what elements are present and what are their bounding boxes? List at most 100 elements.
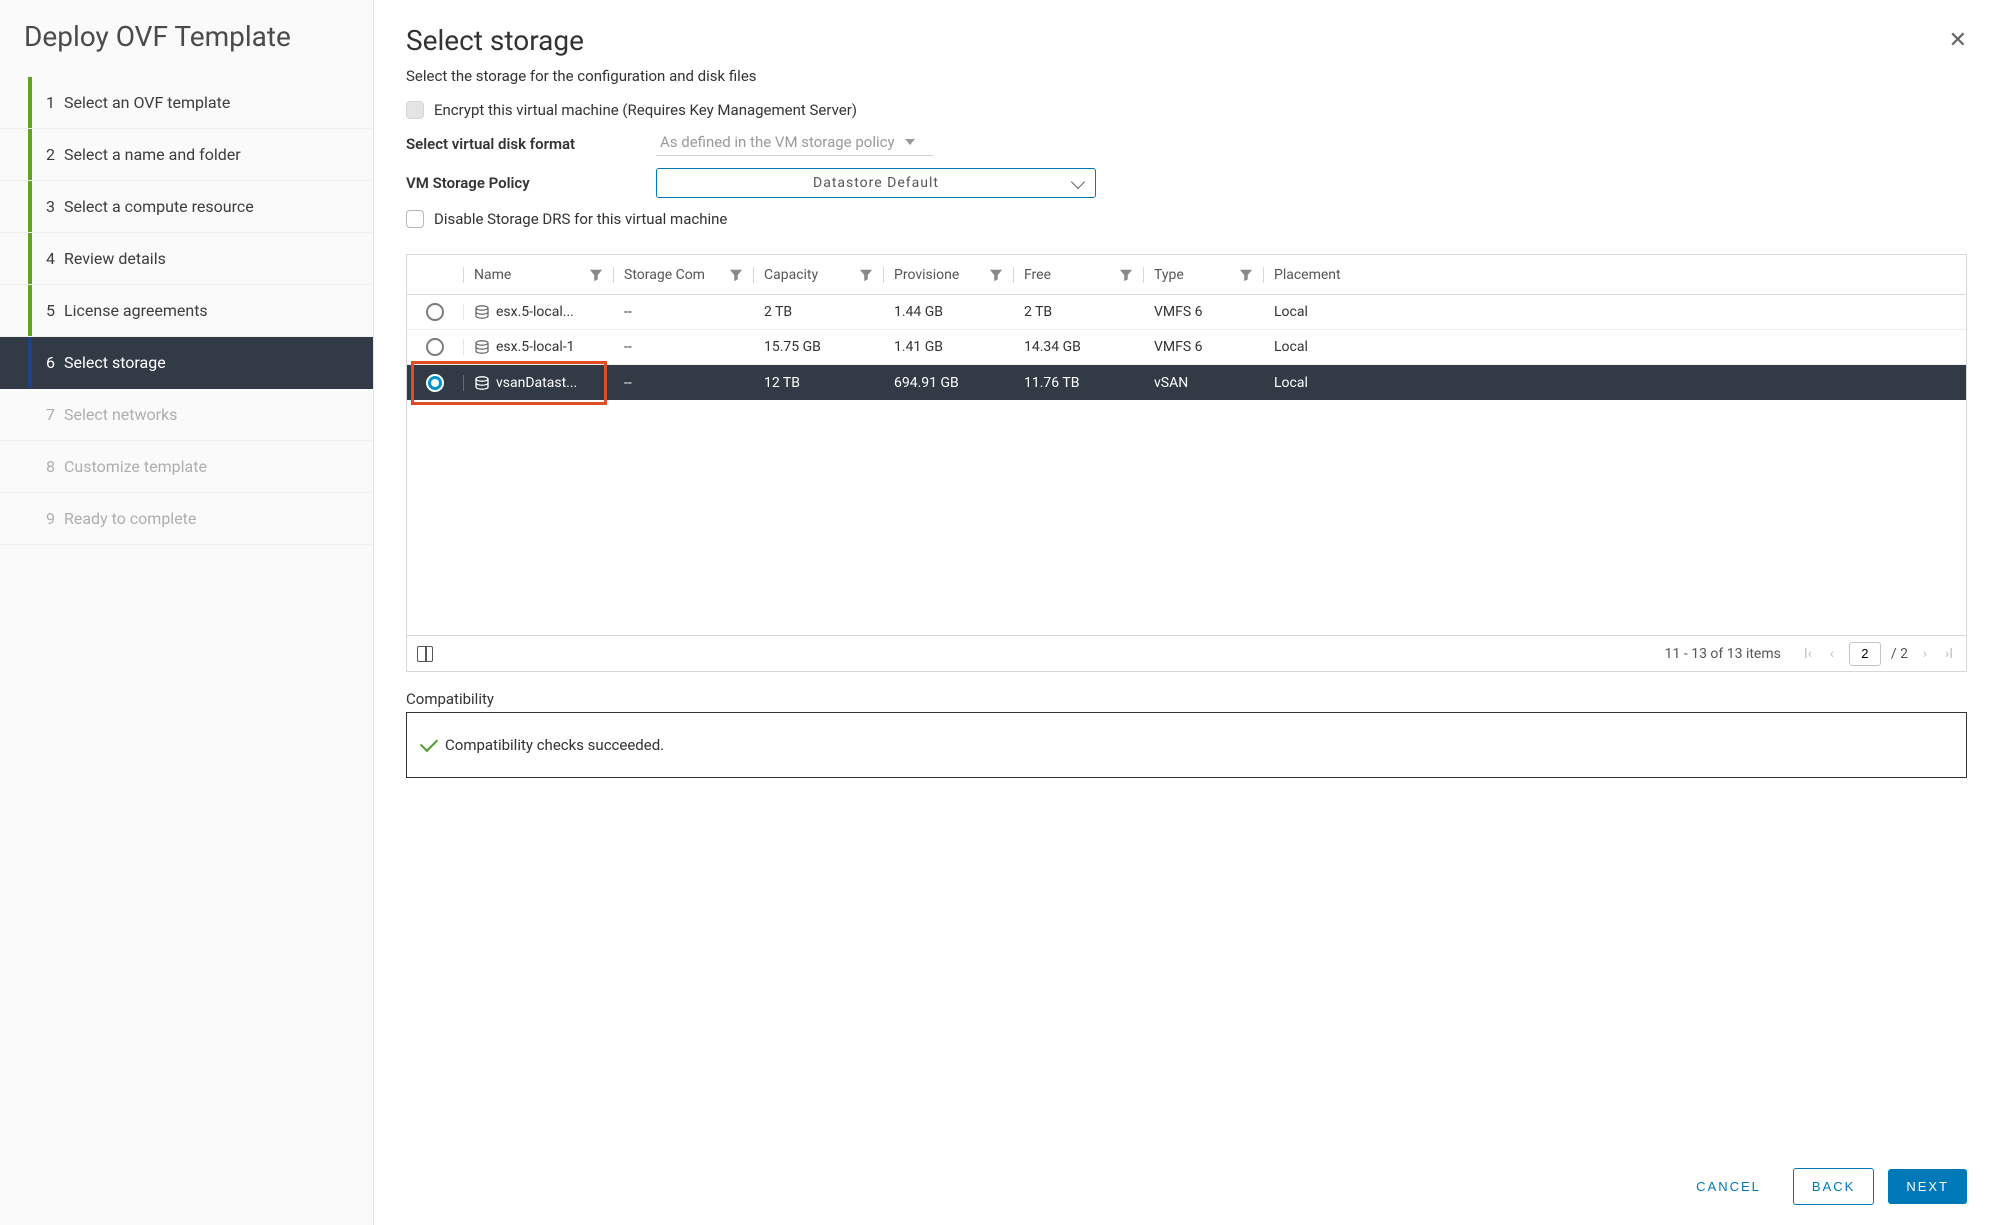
- disable-drs-checkbox[interactable]: [406, 210, 424, 228]
- close-icon[interactable]: ✕: [1949, 30, 1967, 52]
- disable-drs-row[interactable]: Disable Storage DRS for this virtual mac…: [406, 210, 1967, 228]
- chevron-down-icon: [905, 139, 915, 145]
- cell-placement: Local: [1263, 375, 1966, 391]
- storage-policy-row: VM Storage Policy Datastore Default: [406, 168, 1967, 198]
- cell-type: VMFS 6: [1143, 304, 1263, 320]
- cell-placement: Local: [1263, 304, 1966, 320]
- datastore-icon: [474, 305, 490, 319]
- wizard-main: Select storage ✕ Select the storage for …: [374, 0, 1999, 1225]
- step-ready-to-complete: 9 Ready to complete: [0, 493, 373, 545]
- wizard-steps: 1 Select an OVF template 2 Select a name…: [0, 77, 373, 545]
- step-label: Select a name and folder: [58, 145, 357, 164]
- cell-free: 14.34 GB: [1013, 339, 1143, 355]
- datastore-table: Name Storage Com Capacity Provisione Fre…: [406, 254, 1967, 672]
- cell-provisioned: 1.41 GB: [883, 339, 1013, 355]
- filter-icon[interactable]: [1239, 268, 1253, 282]
- table-row[interactable]: esx.5-local... -- 2 TB 1.44 GB 2 TB VMFS…: [407, 295, 1966, 330]
- table-row[interactable]: esx.5-local-1 -- 15.75 GB 1.41 GB 14.34 …: [407, 330, 1966, 365]
- col-free[interactable]: Free: [1013, 267, 1143, 283]
- page-next-button[interactable]: ›: [1918, 646, 1932, 662]
- storage-policy-value: Datastore Default: [813, 175, 939, 191]
- back-button[interactable]: BACK: [1793, 1168, 1874, 1205]
- wizard-title: Deploy OVF Template: [0, 0, 373, 77]
- cell-name: esx.5-local-1: [496, 339, 575, 355]
- step-number: 7: [30, 405, 58, 424]
- step-select-ovf-template[interactable]: 1 Select an OVF template: [0, 77, 373, 129]
- column-picker-icon[interactable]: [417, 646, 433, 662]
- col-storage-compat[interactable]: Storage Com: [613, 267, 753, 283]
- step-number: 2: [30, 145, 58, 164]
- page-total: / 2: [1891, 646, 1908, 662]
- col-provisioned[interactable]: Provisione: [883, 267, 1013, 283]
- compatibility-label: Compatibility: [406, 690, 1967, 708]
- filter-icon[interactable]: [1119, 268, 1133, 282]
- col-type[interactable]: Type: [1143, 267, 1263, 283]
- step-label: License agreements: [58, 301, 357, 320]
- step-review-details[interactable]: 4 Review details: [0, 233, 373, 285]
- cell-placement: Local: [1263, 339, 1966, 355]
- filter-icon[interactable]: [729, 268, 743, 282]
- page-first-button[interactable]: I‹: [1801, 646, 1815, 662]
- filter-icon[interactable]: [859, 268, 873, 282]
- datastore-icon: [474, 340, 490, 354]
- row-radio[interactable]: [426, 303, 444, 321]
- step-number: 6: [30, 353, 58, 372]
- col-placement[interactable]: Placement: [1263, 267, 1966, 283]
- step-select-name-folder[interactable]: 2 Select a name and folder: [0, 129, 373, 181]
- step-label: Select networks: [58, 405, 357, 424]
- page-input[interactable]: [1849, 642, 1881, 666]
- cancel-button[interactable]: CANCEL: [1678, 1169, 1779, 1204]
- step-select-compute-resource[interactable]: 3 Select a compute resource: [0, 181, 373, 233]
- step-label: Ready to complete: [58, 509, 357, 528]
- step-number: 4: [30, 249, 58, 268]
- cell-type: vSAN: [1143, 375, 1263, 391]
- row-radio[interactable]: [426, 338, 444, 356]
- wizard-footer: CANCEL BACK NEXT: [406, 1144, 1967, 1205]
- step-number: 1: [30, 93, 58, 112]
- cell-storage-compat: --: [613, 304, 753, 320]
- table-empty-area: [407, 400, 1966, 635]
- table-header: Name Storage Com Capacity Provisione Fre…: [407, 255, 1966, 295]
- cell-provisioned: 1.44 GB: [883, 304, 1013, 320]
- cell-name: vsanDatast...: [496, 375, 577, 391]
- page-prev-button[interactable]: ‹: [1825, 646, 1839, 662]
- filter-icon[interactable]: [589, 268, 603, 282]
- row-radio[interactable]: [426, 374, 444, 392]
- step-label: Select an OVF template: [58, 93, 357, 112]
- page-subtitle: Select the storage for the configuration…: [406, 67, 1967, 85]
- col-capacity[interactable]: Capacity: [753, 267, 883, 283]
- cell-capacity: 15.75 GB: [753, 339, 883, 355]
- chevron-down-icon: [1071, 175, 1085, 189]
- step-customize-template: 8 Customize template: [0, 441, 373, 493]
- step-number: 3: [30, 197, 58, 216]
- table-body: esx.5-local... -- 2 TB 1.44 GB 2 TB VMFS…: [407, 295, 1966, 400]
- disk-format-select: As defined in the VM storage policy: [656, 131, 933, 156]
- storage-policy-select[interactable]: Datastore Default: [656, 168, 1096, 198]
- col-name[interactable]: Name: [463, 267, 613, 283]
- page-title: Select storage: [406, 24, 584, 57]
- step-label: Select storage: [58, 353, 357, 372]
- wizard-sidebar: Deploy OVF Template 1 Select an OVF temp…: [0, 0, 374, 1225]
- compatibility-text: Compatibility checks succeeded.: [445, 736, 664, 754]
- page-last-button[interactable]: ›I: [1942, 646, 1956, 662]
- cell-type: VMFS 6: [1143, 339, 1263, 355]
- filter-icon[interactable]: [989, 268, 1003, 282]
- cell-capacity: 2 TB: [753, 304, 883, 320]
- step-number: 9: [30, 509, 58, 528]
- cell-storage-compat: --: [613, 339, 753, 355]
- disable-drs-label: Disable Storage DRS for this virtual mac…: [434, 210, 727, 228]
- step-select-storage[interactable]: 6 Select storage: [0, 337, 373, 389]
- disk-format-label: Select virtual disk format: [406, 135, 656, 153]
- table-row[interactable]: vsanDatast... -- 12 TB 694.91 GB 11.76 T…: [407, 365, 1966, 400]
- cell-provisioned: 694.91 GB: [883, 375, 1013, 391]
- datastore-icon: [474, 376, 490, 390]
- compatibility-box: Compatibility checks succeeded.: [406, 712, 1967, 778]
- check-icon: [420, 734, 438, 752]
- cell-storage-compat: --: [613, 375, 753, 391]
- next-button[interactable]: NEXT: [1888, 1169, 1967, 1204]
- step-select-networks: 7 Select networks: [0, 389, 373, 441]
- step-label: Customize template: [58, 457, 357, 476]
- step-license-agreements[interactable]: 5 License agreements: [0, 285, 373, 337]
- cell-free: 2 TB: [1013, 304, 1143, 320]
- cell-name: esx.5-local...: [496, 304, 574, 320]
